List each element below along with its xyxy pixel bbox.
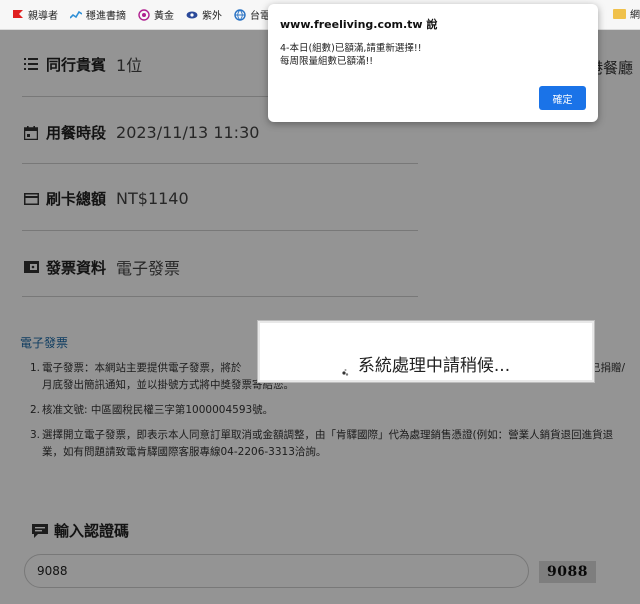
bookmark-item[interactable]: 黃金 bbox=[138, 7, 174, 22]
bookmark-label: 紫外 bbox=[202, 11, 222, 22]
alert-message: 4-本日(組數)已額滿,請重新選擇!! 每周限量組數已額滿!! bbox=[280, 42, 586, 68]
spinner-icon bbox=[342, 369, 349, 376]
bookmark-item[interactable]: 親導者 bbox=[12, 7, 58, 22]
bookmark-item[interactable]: 紫外 bbox=[186, 7, 222, 22]
flag-icon bbox=[13, 9, 23, 18]
alert-title: www.freeliving.com.tw 說 bbox=[280, 18, 438, 31]
alert-message-line: 每周限量組數已額滿!! bbox=[280, 56, 374, 67]
globe-icon bbox=[234, 8, 246, 21]
processing-text: 系統處理中請稍候... bbox=[357, 356, 511, 376]
bookmark-item[interactable]: 台電 bbox=[234, 7, 270, 22]
chart-icon bbox=[70, 10, 82, 19]
bookmark-label: 穩進書摘 bbox=[86, 11, 126, 22]
bookmark-label: 台電 bbox=[250, 11, 270, 22]
bookmark-folder-label: 網 bbox=[630, 10, 640, 21]
bookmark-item[interactable]: 穩進書摘 bbox=[70, 7, 126, 22]
eye-icon bbox=[186, 11, 198, 18]
ok-button[interactable]: 確定 bbox=[539, 86, 586, 110]
processing-box: 系統處理中請稍候... bbox=[257, 320, 595, 383]
bookmark-label: 親導者 bbox=[28, 11, 58, 22]
alert-message-line: 4-本日(組數)已額滿,請重新選擇!! bbox=[280, 43, 422, 54]
folder-icon bbox=[613, 8, 626, 19]
bookmark-folder[interactable]: 網 bbox=[613, 6, 640, 21]
alert-dialog: www.freeliving.com.tw 說 4-本日(組數)已額滿,請重新選… bbox=[268, 4, 598, 122]
bookmark-label: 黃金 bbox=[154, 11, 174, 22]
circle-logo-icon bbox=[138, 8, 150, 21]
